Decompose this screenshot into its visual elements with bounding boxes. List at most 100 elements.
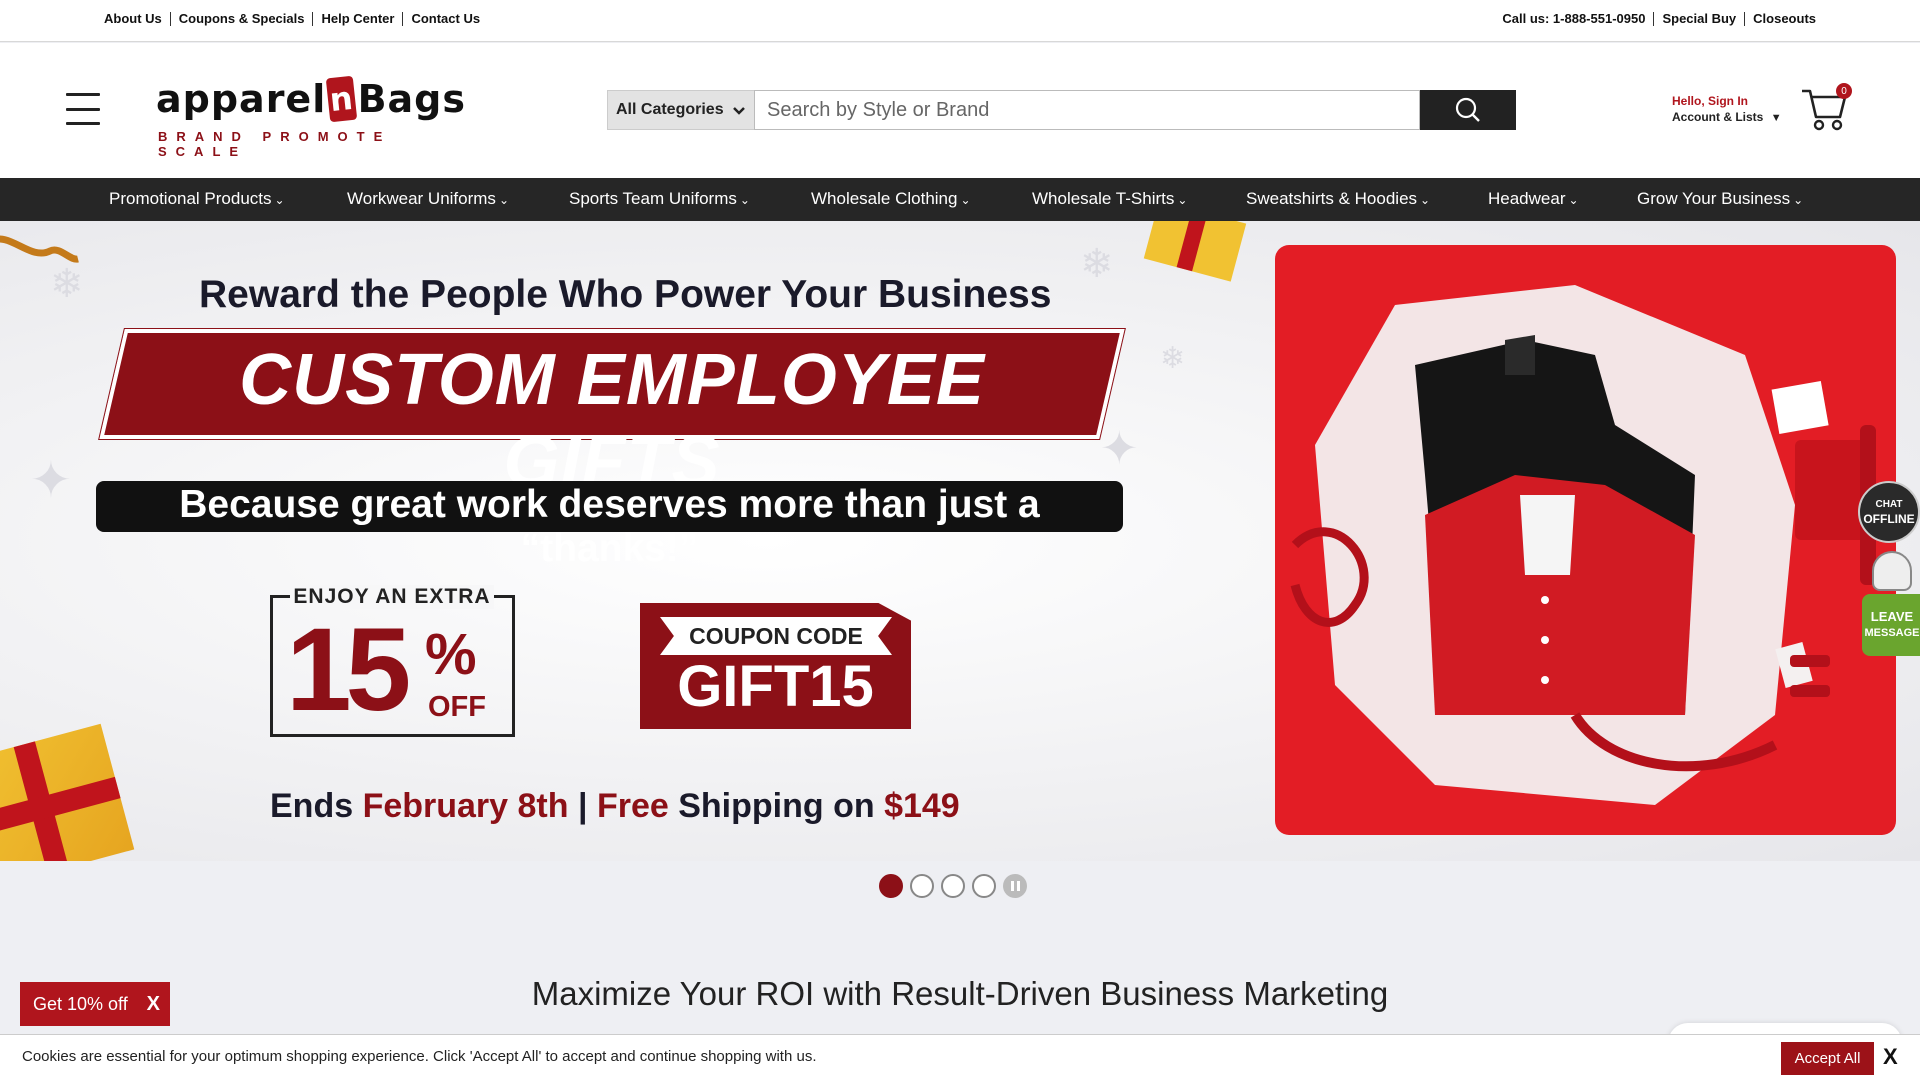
chat-offline-button[interactable]: CHAT OFFLINE (1858, 481, 1920, 543)
hero-kicker: Reward the People Who Power Your Busines… (199, 273, 1052, 316)
logo-word-apparel: apparel (156, 77, 327, 121)
nav-label: Grow Your Business (1637, 189, 1791, 208)
hero-banner[interactable]: ❄ ❄ ❄ ✦ ✦ Reward the People Who Power Yo… (0, 221, 1920, 861)
star-icon: ✦ (30, 452, 72, 508)
coupon-label: COUPON CODE (660, 617, 892, 655)
chevron-down-icon: ⌄ (1177, 193, 1188, 207)
search-bar: All Categories (607, 90, 1516, 130)
cookie-banner: Cookies are essential for your optimum s… (0, 1034, 1920, 1080)
search-button[interactable] (1420, 90, 1516, 130)
account-menu[interactable]: Hello, Sign In Account & Lists ▼ (1672, 93, 1782, 126)
closeouts-link[interactable]: Closeouts (1753, 11, 1816, 26)
search-input[interactable] (754, 90, 1420, 130)
coupons-specials-link[interactable]: Coupons & Specials (179, 11, 305, 26)
utility-bar: About Us Coupons & Specials Help Center … (0, 0, 1920, 42)
category-label: All Categories (616, 101, 724, 118)
nav-wholesale-tshirts[interactable]: Wholesale T-Shirts ⌄ (1032, 189, 1187, 209)
star-icon: ✦ (1100, 422, 1139, 474)
carousel-dot-1[interactable] (879, 874, 903, 898)
carousel-dot-3[interactable] (941, 874, 965, 898)
chevron-down-icon: ⌄ (274, 193, 285, 207)
divider (169, 11, 171, 26)
carousel-dot-4[interactable] (972, 874, 996, 898)
sign-in-greeting: Hello, Sign In (1672, 94, 1749, 108)
chevron-down-icon: ⌄ (1568, 193, 1579, 207)
offer-off-label: OFF (428, 691, 486, 723)
nav-grow-your-business[interactable]: Grow Your Business ⌄ (1637, 189, 1803, 209)
nav-wholesale-clothing[interactable]: Wholesale Clothing ⌄ (811, 189, 971, 209)
offer-percent-sign: % (425, 622, 477, 687)
nav-promotional-products[interactable]: Promotional Products ⌄ (109, 189, 285, 209)
shipping-text: Shipping on (668, 787, 885, 825)
nav-headwear[interactable]: Headwear ⌄ (1488, 189, 1579, 209)
logo-wordmark: apparel n Bags (156, 75, 466, 123)
account-lists-text: Account & Lists (1672, 110, 1764, 124)
carousel-dots (879, 874, 1027, 898)
site-header: apparel n Bags BRAND PROMOTE SCALE All C… (0, 43, 1920, 178)
discount-popup-tab[interactable]: Get 10% off X (20, 982, 170, 1026)
chevron-down-icon: ⌄ (960, 193, 971, 207)
chat-line-2: OFFLINE (1863, 512, 1915, 526)
section-heading: Maximize Your ROI with Result-Driven Bus… (531, 975, 1389, 1012)
coupon-code: GIFT15 (677, 654, 874, 719)
gift-apparel-illustration (1290, 285, 1876, 805)
divider (402, 11, 404, 26)
chevron-down-icon (732, 107, 745, 115)
gift-box-icon (1143, 221, 1247, 282)
caret-down-icon: ▼ (1770, 112, 1782, 124)
offer-number: 15 (286, 604, 411, 736)
nav-label: Sports Team Uniforms (569, 189, 737, 208)
nav-sweatshirts-hoodies[interactable]: Sweatshirts & Hoodies ⌄ (1246, 189, 1430, 209)
nav-sports-team-uniforms[interactable]: Sports Team Uniforms ⌄ (569, 189, 750, 209)
pause-icon[interactable] (1003, 874, 1027, 898)
category-dropdown[interactable]: All Categories (607, 90, 754, 130)
nav-label: Sweatshirts & Hoodies (1246, 189, 1418, 208)
special-buy-link[interactable]: Special Buy (1662, 11, 1736, 26)
chat-widget: CHAT OFFLINE LEAVE MESSAGE (1848, 481, 1920, 661)
ribbon-icon (0, 235, 79, 263)
search-icon (1455, 97, 1480, 122)
logo-n-badge: n (326, 75, 358, 123)
hero-product-image (1275, 245, 1896, 835)
logo-tagline: BRAND PROMOTE SCALE (158, 129, 392, 159)
close-icon[interactable]: X (147, 993, 160, 1016)
site-logo[interactable]: apparel n Bags BRAND PROMOTE SCALE (156, 75, 466, 159)
menu-icon[interactable] (66, 93, 100, 125)
gift-box-icon (0, 723, 135, 861)
utility-links-left: About Us Coupons & Specials Help Center … (104, 11, 480, 26)
agent-avatar-icon (1872, 551, 1912, 591)
cart-button[interactable]: 0 (1800, 83, 1854, 135)
carousel-dot-2[interactable] (910, 874, 934, 898)
deadline-date: February 8th (362, 787, 569, 825)
deadline-separator: | (568, 787, 597, 825)
help-center-link[interactable]: Help Center (321, 11, 394, 26)
utility-links-right: Call us: 1-888-551-0950 Special Buy Clos… (1502, 11, 1816, 26)
snowflake-icon: ❄ (1160, 342, 1186, 375)
contact-us-link[interactable]: Contact Us (411, 11, 480, 26)
chevron-down-icon: ⌄ (498, 193, 509, 207)
divider (1653, 11, 1655, 26)
about-us-link[interactable]: About Us (104, 11, 162, 26)
call-us-link[interactable]: Call us: 1-888-551-0950 (1502, 11, 1645, 26)
logo-word-bags: Bags (357, 77, 466, 121)
chevron-down-icon: ⌄ (1420, 193, 1431, 207)
divider (312, 11, 314, 26)
hero-subtitle: Because great work deserves more than ju… (179, 483, 1040, 570)
leave-line-2: MESSAGE (1864, 627, 1920, 639)
close-icon[interactable]: X (1883, 1044, 1898, 1070)
main-nav: Promotional Products ⌄ Workwear Uniforms ⌄… (0, 178, 1920, 221)
free-label: Free (596, 787, 669, 825)
cookie-message: Cookies are essential for your optimum s… (22, 1048, 817, 1065)
accept-all-button[interactable]: Accept All (1781, 1042, 1874, 1075)
discount-label: Get 10% off (33, 993, 128, 1014)
snowflake-icon: ❄ (1080, 242, 1114, 286)
nav-label: Headwear (1488, 189, 1566, 208)
promo-deadline: Ends February 8th | Free Shipping on $14… (270, 787, 960, 826)
nav-label: Promotional Products (109, 189, 272, 208)
cart-count-badge: 0 (1836, 83, 1852, 99)
deadline-text: Ends (270, 787, 363, 825)
hero-title: CUSTOM EMPLOYEE GIFTS (239, 340, 985, 502)
leave-message-button[interactable]: LEAVE MESSAGE (1862, 594, 1920, 656)
chevron-down-icon: ⌄ (1793, 193, 1804, 207)
nav-workwear-uniforms[interactable]: Workwear Uniforms ⌄ (347, 189, 509, 209)
